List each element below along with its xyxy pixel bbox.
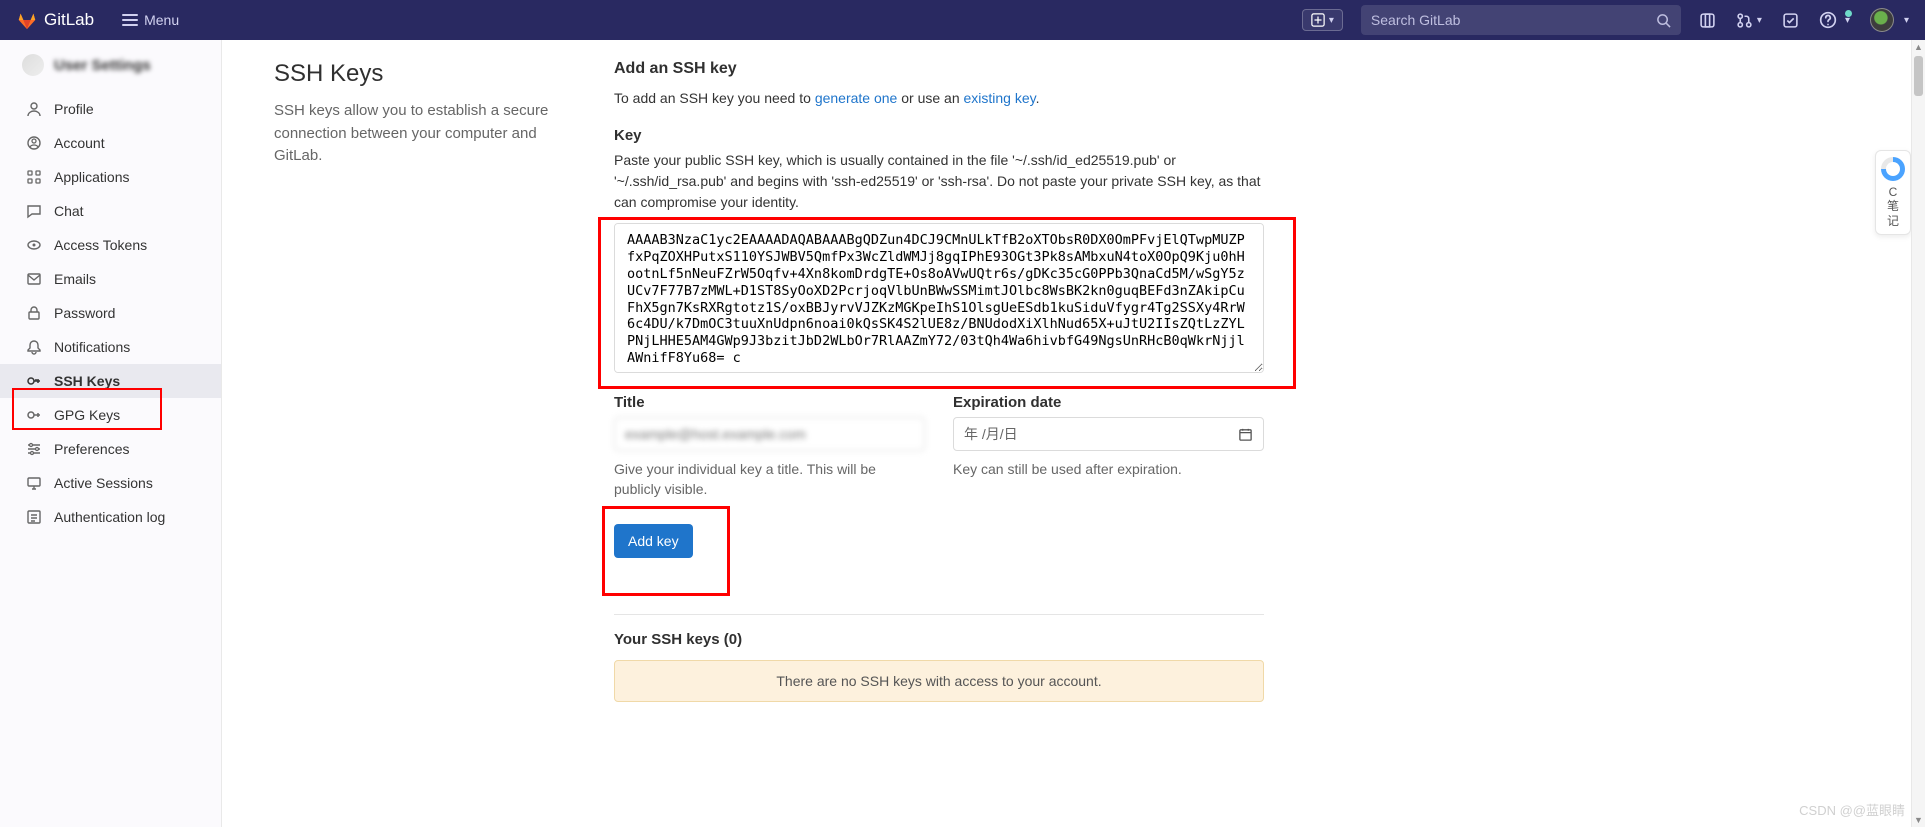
- scroll-down-arrow-icon[interactable]: ▼: [1912, 815, 1925, 825]
- help-icon[interactable]: ▾: [1819, 11, 1850, 29]
- topnav-right: ▾ ▾ ▾ ▾: [1302, 5, 1909, 35]
- gpg-keys-icon: [26, 407, 42, 423]
- emails-icon: [26, 271, 42, 287]
- sidebar-item-label: Preferences: [54, 441, 129, 457]
- expiration-label: Expiration date: [953, 394, 1264, 411]
- note-widget-icon: [1881, 157, 1905, 181]
- sidebar-item-label: Chat: [54, 203, 84, 219]
- sidebar-item-label: GPG Keys: [54, 407, 120, 423]
- page-scrollbar[interactable]: ▲ ▼: [1911, 40, 1925, 827]
- float-note-widget[interactable]: C笔记: [1875, 150, 1911, 235]
- todos-icon[interactable]: [1782, 12, 1799, 29]
- sidebar-title: User Settings: [54, 57, 151, 74]
- sidebar-item-label: Notifications: [54, 339, 130, 355]
- search-icon: [1656, 13, 1671, 28]
- avatar: [1870, 8, 1894, 32]
- watermark: CSDN @@蓝眼睛: [1799, 800, 1905, 819]
- applications-icon: [26, 169, 42, 185]
- calendar-icon: [1238, 427, 1253, 442]
- ssh-key-textarea[interactable]: [614, 223, 1264, 373]
- hamburger-icon: [122, 14, 138, 26]
- user-avatar-icon: [22, 54, 44, 76]
- add-key-button[interactable]: Add key: [614, 524, 693, 558]
- title-input[interactable]: [614, 417, 925, 451]
- generate-one-link[interactable]: generate one: [815, 90, 898, 106]
- sidebar-item-label: Password: [54, 305, 115, 321]
- gitlab-logo-icon: [16, 9, 38, 31]
- auth-log-icon: [26, 509, 42, 525]
- empty-state: There are no SSH keys with access to you…: [614, 660, 1264, 702]
- sidebar-item-active-sessions[interactable]: Active Sessions: [0, 466, 221, 500]
- sidebar-item-gpg-keys[interactable]: GPG Keys: [0, 398, 221, 432]
- chat-icon: [26, 203, 42, 219]
- menu-label: Menu: [144, 12, 179, 28]
- issues-icon[interactable]: [1699, 12, 1716, 29]
- user-menu[interactable]: ▾: [1870, 8, 1909, 32]
- plus-square-icon: [1311, 13, 1325, 27]
- sidebar-item-label: Applications: [54, 169, 130, 185]
- preferences-icon: [26, 441, 42, 457]
- notifications-icon: [26, 339, 42, 355]
- sidebar-item-label: Authentication log: [54, 509, 165, 525]
- title-label: Title: [614, 394, 925, 411]
- sidebar-item-notifications[interactable]: Notifications: [0, 330, 221, 364]
- sidebar-header[interactable]: User Settings: [0, 40, 221, 86]
- sidebar-item-chat[interactable]: Chat: [0, 194, 221, 228]
- profile-icon: [26, 101, 42, 117]
- title-help: Give your individual key a title. This w…: [614, 459, 925, 500]
- key-help-text: Paste your public SSH key, which is usua…: [614, 150, 1264, 213]
- menu-button[interactable]: Menu: [122, 12, 179, 28]
- expiration-help: Key can still be used after expiration.: [953, 459, 1264, 479]
- add-key-heading: Add an SSH key: [614, 60, 1264, 78]
- scroll-up-arrow-icon[interactable]: ▲: [1912, 42, 1925, 52]
- sidebar-item-label: SSH Keys: [54, 373, 120, 389]
- page-description: SSH keys allow you to establish a secure…: [274, 100, 574, 168]
- account-icon: [26, 135, 42, 151]
- sidebar-item-applications[interactable]: Applications: [0, 160, 221, 194]
- divider: [614, 614, 1264, 615]
- ssh-keys-icon: [26, 373, 42, 389]
- search-wrap[interactable]: [1361, 5, 1681, 35]
- chevron-down-icon: ▾: [1329, 15, 1334, 26]
- date-placeholder: 年 /月/日: [964, 424, 1018, 444]
- sidebar-list: Profile Account Applications Chat Access…: [0, 86, 221, 540]
- sidebar-item-auth-log[interactable]: Authentication log: [0, 500, 221, 534]
- existing-key-link[interactable]: existing key: [964, 90, 1036, 106]
- sidebar-item-label: Profile: [54, 101, 94, 117]
- scrollbar-thumb[interactable]: [1914, 56, 1923, 96]
- page-title: SSH Keys: [274, 60, 574, 88]
- sidebar-item-access-tokens[interactable]: Access Tokens: [0, 228, 221, 262]
- sidebar-item-label: Account: [54, 135, 105, 151]
- expiration-input[interactable]: 年 /月/日: [953, 417, 1264, 451]
- main-content: SSH Keys SSH keys allow you to establish…: [222, 40, 1925, 827]
- sidebar-item-preferences[interactable]: Preferences: [0, 432, 221, 466]
- brand-text: GitLab: [44, 10, 94, 30]
- top-nav: GitLab Menu ▾ ▾ ▾ ▾: [0, 0, 1925, 40]
- access-tokens-icon: [26, 237, 42, 253]
- sidebar-item-emails[interactable]: Emails: [0, 262, 221, 296]
- sidebar-item-ssh-keys[interactable]: SSH Keys: [0, 364, 221, 398]
- sidebar-item-password[interactable]: Password: [0, 296, 221, 330]
- sidebar-item-label: Access Tokens: [54, 237, 147, 253]
- password-icon: [26, 305, 42, 321]
- add-key-text: To add an SSH key you need to generate o…: [614, 88, 1264, 109]
- merge-requests-icon[interactable]: ▾: [1736, 12, 1762, 29]
- key-label: Key: [614, 127, 1264, 144]
- your-keys-heading: Your SSH keys (0): [614, 631, 1264, 648]
- sidebar-item-account[interactable]: Account: [0, 126, 221, 160]
- note-widget-label: C笔记: [1887, 185, 1899, 228]
- sidebar-item-label: Active Sessions: [54, 475, 153, 491]
- sidebar: User Settings Profile Account Applicatio…: [0, 40, 222, 827]
- brand-wrap[interactable]: GitLab: [16, 9, 94, 31]
- active-sessions-icon: [26, 475, 42, 491]
- sidebar-item-profile[interactable]: Profile: [0, 92, 221, 126]
- search-input[interactable]: [1371, 12, 1656, 28]
- sidebar-item-label: Emails: [54, 271, 96, 287]
- new-dropdown[interactable]: ▾: [1302, 9, 1343, 31]
